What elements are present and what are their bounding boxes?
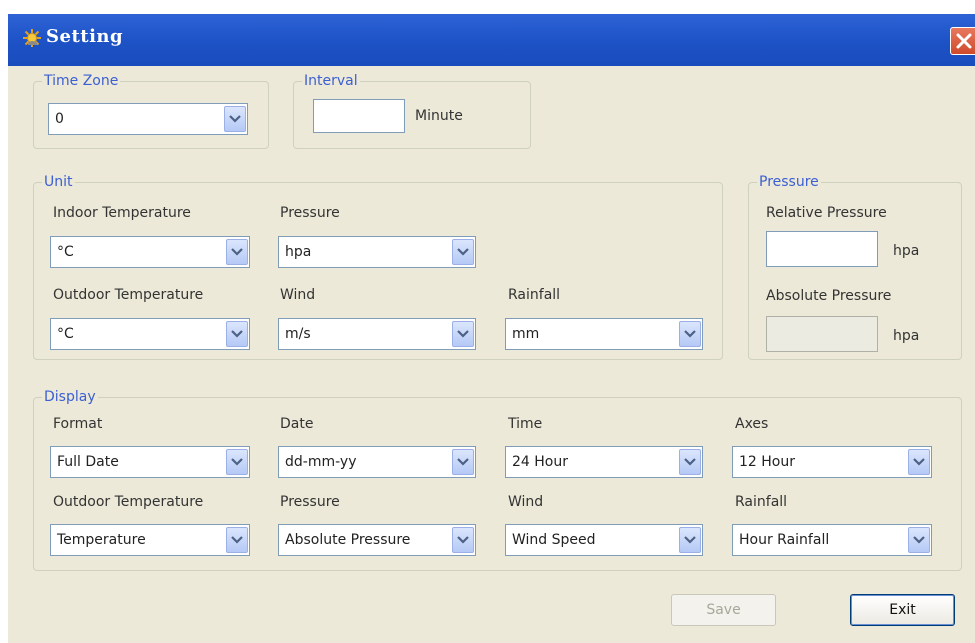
- display-rainfall-select[interactable]: Hour Rainfall: [732, 524, 932, 556]
- time-zone-legend: Time Zone: [42, 72, 121, 90]
- time-label: Time: [508, 416, 543, 432]
- indoor-temperature-unit-select[interactable]: °C: [50, 236, 250, 268]
- axes-label: Axes: [735, 416, 769, 432]
- chevron-down-icon[interactable]: [679, 321, 701, 347]
- save-button: Save: [671, 594, 776, 626]
- absolute-pressure-input: [766, 316, 878, 352]
- chevron-down-icon[interactable]: [908, 449, 930, 475]
- chevron-down-icon[interactable]: [226, 239, 248, 265]
- pressure-unit-label: Pressure: [280, 205, 340, 221]
- chevron-down-icon[interactable]: [679, 449, 701, 475]
- outdoor-temperature-unit-select[interactable]: °C: [50, 318, 250, 350]
- chevron-down-icon[interactable]: [452, 449, 474, 475]
- pressure-unit-select[interactable]: hpa: [278, 236, 476, 268]
- display-pressure-value: Absolute Pressure: [285, 532, 411, 548]
- window-title: Setting: [46, 26, 124, 47]
- chevron-down-icon[interactable]: [226, 527, 248, 553]
- interval-input[interactable]: [313, 99, 405, 133]
- absolute-pressure-unit: hpa: [893, 328, 920, 344]
- display-outdoor-temperature-select[interactable]: Temperature: [50, 524, 250, 556]
- wind-unit-select[interactable]: m/s: [278, 318, 476, 350]
- display-wind-select[interactable]: Wind Speed: [505, 524, 703, 556]
- relative-pressure-unit: hpa: [893, 243, 920, 259]
- chevron-down-icon[interactable]: [679, 527, 701, 553]
- display-pressure-label: Pressure: [280, 494, 340, 510]
- rainfall-unit-label: Rainfall: [508, 287, 561, 303]
- display-wind-label: Wind: [508, 494, 544, 510]
- title-bar[interactable]: Setting: [8, 14, 975, 66]
- format-value: Full Date: [57, 454, 119, 470]
- axes-value: 12 Hour: [739, 454, 795, 470]
- outdoor-temperature-label: Outdoor Temperature: [53, 287, 204, 303]
- sun-icon: [22, 28, 42, 48]
- indoor-temperature-unit-value: °C: [57, 244, 74, 260]
- chevron-down-icon[interactable]: [226, 449, 248, 475]
- relative-pressure-input[interactable]: [766, 231, 878, 267]
- display-rainfall-label: Rainfall: [735, 494, 788, 510]
- time-select[interactable]: 24 Hour: [505, 446, 703, 478]
- pressure-legend: Pressure: [757, 173, 821, 191]
- chevron-down-icon[interactable]: [452, 527, 474, 553]
- relative-pressure-label: Relative Pressure: [766, 205, 887, 221]
- chevron-down-icon[interactable]: [908, 527, 930, 553]
- exit-button[interactable]: Exit: [850, 594, 955, 626]
- format-label: Format: [53, 416, 103, 432]
- wind-unit-value: m/s: [285, 326, 311, 342]
- absolute-pressure-label: Absolute Pressure: [766, 288, 892, 304]
- chevron-down-icon[interactable]: [226, 321, 248, 347]
- date-value: dd-mm-yy: [285, 454, 357, 470]
- time-zone-select[interactable]: 0: [48, 103, 248, 135]
- display-outdoor-temperature-value: Temperature: [57, 532, 146, 548]
- display-rainfall-value: Hour Rainfall: [739, 532, 830, 548]
- axes-select[interactable]: 12 Hour: [732, 446, 932, 478]
- unit-legend: Unit: [42, 173, 75, 191]
- rainfall-unit-value: mm: [512, 326, 540, 342]
- interval-unit-label: Minute: [415, 108, 463, 124]
- chevron-down-icon[interactable]: [452, 321, 474, 347]
- date-label: Date: [280, 416, 314, 432]
- display-pressure-select[interactable]: Absolute Pressure: [278, 524, 476, 556]
- chevron-down-icon[interactable]: [224, 106, 246, 132]
- format-select[interactable]: Full Date: [50, 446, 250, 478]
- chevron-down-icon[interactable]: [452, 239, 474, 265]
- display-outdoor-temperature-label: Outdoor Temperature: [53, 494, 204, 510]
- close-icon: [956, 33, 972, 49]
- pressure-unit-value: hpa: [285, 244, 312, 260]
- time-value: 24 Hour: [512, 454, 568, 470]
- rainfall-unit-select[interactable]: mm: [505, 318, 703, 350]
- dialog-body: Time Zone 0 Interval Minute Unit Indoor …: [8, 66, 975, 643]
- display-wind-value: Wind Speed: [512, 532, 596, 548]
- interval-legend: Interval: [302, 72, 360, 90]
- indoor-temperature-label: Indoor Temperature: [53, 205, 191, 221]
- wind-unit-label: Wind: [280, 287, 316, 303]
- date-select[interactable]: dd-mm-yy: [278, 446, 476, 478]
- close-button[interactable]: [950, 27, 975, 55]
- outdoor-temperature-unit-value: °C: [57, 326, 74, 342]
- display-legend: Display: [42, 388, 98, 406]
- time-zone-value: 0: [55, 111, 64, 127]
